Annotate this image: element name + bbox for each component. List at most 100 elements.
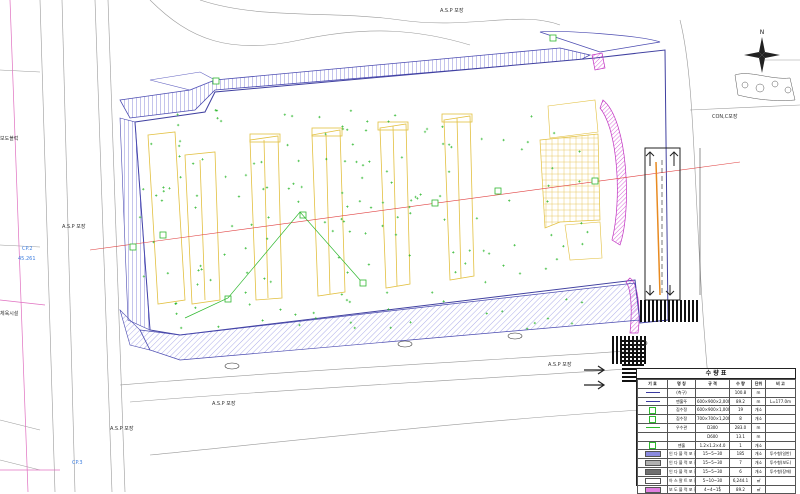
rock-area [734, 73, 796, 101]
legend-name: 인 다 블 럭 포 장 [667, 449, 696, 460]
legend-symbol [637, 431, 668, 442]
legend-unit: 개소 [751, 405, 766, 416]
legend-note: 투수형(보도) [765, 458, 796, 468]
crosswalk-stripe [622, 356, 644, 358]
table-row: 집수정 700×700×1,200 8 개소 [637, 414, 796, 424]
crosswalk-stripe [676, 300, 678, 322]
legend-qty: 100.8 [729, 387, 752, 398]
quantity-table-title: 수 량 표 [637, 369, 795, 379]
legend-name: 집수정 [667, 414, 696, 424]
crosswalk-stripe [660, 300, 662, 322]
crosswalk-stripe [644, 300, 646, 322]
legend-unit: m [751, 396, 766, 407]
header-qty: 수 량 [729, 379, 752, 389]
label-cp-top: CP.2 [22, 246, 33, 252]
header-name: 명 칭 [667, 379, 696, 389]
table-row: (측구) 100.8 m [637, 387, 796, 398]
crosswalk-stripe [648, 300, 650, 322]
legend-swatch [644, 477, 661, 484]
legend-swatch [649, 442, 656, 449]
crosswalk-stripe [612, 336, 614, 364]
legend-spec: 700×700×1,200 [695, 414, 730, 424]
legend-swatch [649, 415, 656, 423]
legend-note: L=177.0m [765, 396, 796, 407]
legend-unit: 개소 [751, 414, 766, 424]
crosswalk-stripe [616, 336, 618, 364]
crosswalk-stripe [622, 352, 644, 354]
legend-qty: 6,244.1 [729, 475, 752, 486]
legend-name: 맨홀뚜 [667, 396, 696, 407]
north-arrow-icon: N [744, 29, 780, 73]
legend-note [765, 414, 796, 424]
legend-qty: 185 [729, 449, 752, 460]
legend-spec: 15~5~30 [695, 449, 730, 460]
legend-unit: ㎡ [751, 484, 766, 494]
legend-name: 아 스 팔 트 포 장 [667, 475, 696, 486]
label-asp-bottom1: A.S.P 포장 [548, 361, 572, 368]
header-spec: 규 격 [695, 379, 730, 389]
legend-name: 맨홀 [667, 440, 696, 451]
legend-qty: 8 [729, 414, 752, 424]
legend-swatch [645, 392, 660, 394]
legend-note [765, 484, 796, 494]
label-asp-top: A.S.P 포장 [440, 7, 464, 14]
legend-qty: 6 [729, 466, 752, 477]
legend-symbol [637, 475, 668, 486]
legend-unit: 개소 [751, 466, 766, 477]
legend-spec: D300 [695, 422, 730, 433]
label-facility: 체육시설 [0, 310, 19, 317]
label-cp-bottom: CP.3 [72, 460, 83, 466]
crosswalk-stripe [680, 300, 682, 322]
crosswalk-stripe [622, 348, 644, 350]
table-row: 아 스 팔 트 포 장 5~10~30 6,244.1 ㎡ [637, 475, 796, 486]
crosswalk-stripe [692, 300, 694, 322]
legend-note: 투수형(일반) [765, 449, 796, 460]
legend-qty: 283.0 [729, 422, 752, 433]
crosswalk-stripe [696, 300, 698, 322]
label-asp-bottom2: A.S.P 포장 [212, 400, 236, 407]
legend-spec: 1.2×1.2×4.0 [695, 440, 730, 451]
legend-swatch [649, 406, 656, 414]
legend-unit: m [751, 422, 766, 433]
table-row: 인 다 블 럭 포 장 15~5~30 7 개소 투수형(보도) [637, 458, 796, 468]
legend-spec: 600×900×2,000 [695, 396, 730, 407]
label-asp-left2: A.S.P 포장 [110, 425, 134, 432]
legend-swatch [645, 427, 660, 429]
table-row: 인 다 블 럭 포 장 15~5~30 185 개소 투수형(일반) [637, 449, 796, 460]
legend-name: (측구) [667, 387, 696, 398]
legend-symbol [637, 387, 668, 398]
quantity-table: 수 량 표 기 호 명 칭 규 격 수 량 단위 비 고 (측구) 100.8 m 맨… [636, 368, 796, 494]
crosswalk-stripe [672, 300, 674, 322]
crosswalk-stripe [688, 300, 690, 322]
legend-symbol [637, 466, 668, 477]
legend-symbol [637, 396, 668, 407]
table-row: 인 다 블 럭 포 장 15~5~30 6 개소 투수형(장애) [637, 466, 796, 477]
legend-unit: 개소 [751, 458, 766, 468]
label-sidewalk: 보도블럭 [0, 135, 18, 142]
legend-symbol [637, 405, 668, 416]
quantity-table-body: (측구) 100.8 m 맨홀뚜 600×900×2,000 89.2 m L=177.0m 집… [637, 387, 796, 494]
legend-spec: 4~4~15 [695, 484, 730, 494]
label-asp-left: A.S.P 포장 [62, 223, 86, 230]
legend-spec: 600×900×1,000 [695, 405, 730, 416]
header-note: 비 고 [765, 379, 796, 389]
svg-text:N: N [760, 29, 765, 36]
legend-symbol [637, 422, 668, 433]
legend-symbol [637, 449, 668, 460]
legend-name: 인 다 블 럭 포 장 [667, 466, 696, 477]
table-row: D600 13.1 m [637, 431, 796, 442]
legend-note [765, 431, 796, 442]
legend-note [765, 440, 796, 451]
table-row: 맨홀 1.2×1.2×4.0 1 개소 [637, 440, 796, 451]
legend-symbol [637, 458, 668, 468]
legend-unit: 개소 [751, 440, 766, 451]
legend-unit: m [751, 431, 766, 442]
crosswalk-stripe [620, 336, 622, 364]
legend-note [765, 422, 796, 433]
legend-symbol [637, 484, 668, 494]
legend-name: 집수정 [667, 405, 696, 416]
table-row: 보 도 블 럭 포 장 4~4~15 89.2 ㎡ [637, 484, 796, 494]
crosswalk-stripe [656, 300, 658, 322]
street-arrows [584, 365, 606, 390]
legend-spec [695, 387, 730, 398]
